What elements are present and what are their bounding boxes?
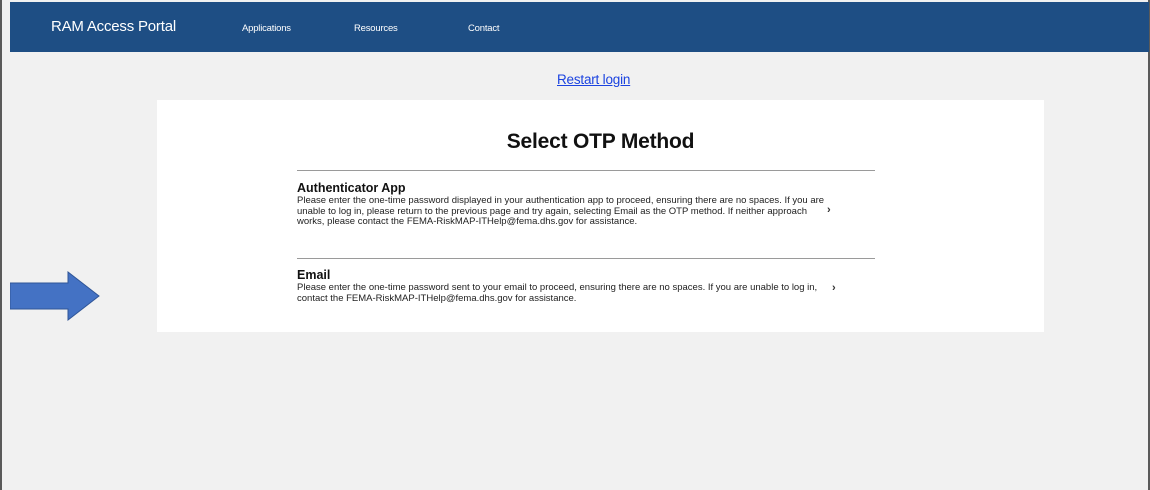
page-frame: RAM Access Portal Applications Resources… (0, 0, 1150, 490)
option-title: Authenticator App (297, 181, 406, 195)
otp-method-card: Select OTP Method Authenticator App Plea… (157, 100, 1044, 332)
top-navbar: RAM Access Portal Applications Resources… (10, 2, 1149, 52)
nav-link-applications[interactable]: Applications (242, 23, 291, 34)
option-description: Please enter the one-time password displ… (297, 195, 825, 227)
option-authenticator-app[interactable]: Authenticator App Please enter the one-t… (297, 181, 875, 228)
nav-link-resources[interactable]: Resources (354, 23, 398, 34)
divider (297, 170, 875, 171)
nav-link-contact[interactable]: Contact (468, 23, 500, 34)
option-email[interactable]: Email Please enter the one-time password… (297, 268, 875, 304)
option-title: Email (297, 268, 331, 282)
restart-login-link[interactable]: Restart login (557, 72, 630, 87)
chevron-right-icon: › (832, 282, 836, 294)
divider (297, 258, 875, 259)
chevron-right-icon: › (827, 204, 831, 216)
right-arrow-icon (10, 270, 100, 322)
page-title: Select OTP Method (506, 130, 695, 153)
option-description: Please enter the one-time password sent … (297, 282, 818, 304)
brand-title[interactable]: RAM Access Portal (51, 18, 176, 35)
